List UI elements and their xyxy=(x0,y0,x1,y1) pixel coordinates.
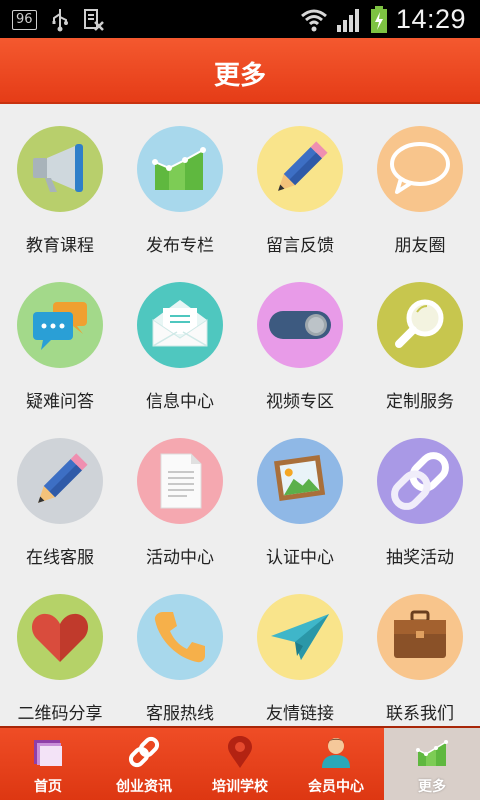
grid-item-friend-links[interactable]: 友情链接 xyxy=(240,572,360,728)
status-right: 14:29 xyxy=(300,4,466,35)
pencil-icon xyxy=(38,453,88,503)
icon-circle xyxy=(377,126,463,212)
grid-item-label: 抽奖活动 xyxy=(386,548,454,568)
grid-item-video[interactable]: 视频专区 xyxy=(240,260,360,416)
grid-item-label: 客服热线 xyxy=(146,704,214,724)
usb-icon xyxy=(52,9,68,32)
megaphone-icon xyxy=(33,144,83,192)
icon-circle xyxy=(137,126,223,212)
grid-item-label: 疑难问答 xyxy=(26,392,94,412)
heart-icon xyxy=(31,613,89,662)
wifi-icon xyxy=(300,9,327,31)
paper-plane-icon xyxy=(271,614,329,660)
tab-label: 会员中心 xyxy=(308,779,364,795)
tab-training-school[interactable]: 培训学校 xyxy=(192,728,288,800)
phone-icon xyxy=(154,612,205,663)
notification-badge: 96 xyxy=(12,10,37,30)
tab-more[interactable]: 更多 xyxy=(384,728,480,800)
icon-circle xyxy=(257,282,343,368)
icon-circle xyxy=(137,438,223,524)
status-bar: 96 14:29 xyxy=(0,0,480,38)
speech-bubble-icon xyxy=(390,142,450,194)
clock: 14:29 xyxy=(395,4,466,34)
icon-circle xyxy=(377,594,463,680)
grid-item-hotline[interactable]: 客服热线 xyxy=(120,572,240,728)
grid-item-online-service[interactable]: 在线客服 xyxy=(0,416,120,572)
grid-item-messages[interactable]: 信息中心 xyxy=(120,260,240,416)
grid-item-label: 朋友圈 xyxy=(394,236,446,256)
folder-icon xyxy=(34,740,62,766)
grid-item-education[interactable]: 教育课程 xyxy=(0,104,120,260)
grid-item-label: 友情链接 xyxy=(266,704,334,724)
grid-item-label: 视频专区 xyxy=(266,392,334,412)
grid-item-custom-service[interactable]: 定制服务 xyxy=(360,260,480,416)
signal-icon xyxy=(336,8,359,32)
grid-item-lottery[interactable]: 抽奖活动 xyxy=(360,416,480,572)
user-avatar-icon xyxy=(322,738,350,768)
debug-icon xyxy=(83,9,104,31)
toggle-icon xyxy=(269,311,331,339)
grid-item-label: 活动中心 xyxy=(146,548,214,568)
icon-circle xyxy=(257,438,343,524)
briefcase-icon xyxy=(394,610,446,658)
tab-label: 培训学校 xyxy=(212,779,268,795)
battery-charging-icon xyxy=(370,5,387,33)
title-bar: 更多 xyxy=(0,38,480,104)
chain-link-icon xyxy=(391,452,449,510)
grid-item-publish-column[interactable]: 发布专栏 xyxy=(120,104,240,260)
page-title: 更多 xyxy=(213,61,266,91)
tab-member-center[interactable]: 会员中心 xyxy=(288,728,384,800)
grid-item-certification[interactable]: 认证中心 xyxy=(240,416,360,572)
document-icon xyxy=(160,453,202,509)
grid-item-label: 信息中心 xyxy=(146,392,214,412)
grid-item-events[interactable]: 活动中心 xyxy=(120,416,240,572)
bar-chart-icon xyxy=(416,740,448,766)
chain-link-icon xyxy=(128,736,160,768)
grid-item-contact-us[interactable]: 联系我们 xyxy=(360,572,480,728)
bottom-tab-bar: 首页 创业资讯 培训学校 会员中心 更多 xyxy=(0,726,480,800)
grid-item-label: 联系我们 xyxy=(386,704,454,724)
tab-label: 更多 xyxy=(418,779,446,795)
map-pin-icon xyxy=(228,736,252,768)
grid-item-label: 留言反馈 xyxy=(266,236,334,256)
icon-circle xyxy=(17,282,103,368)
picture-icon xyxy=(274,455,326,502)
chat-bubbles-icon xyxy=(33,302,87,350)
grid-item-qa[interactable]: 疑难问答 xyxy=(0,260,120,416)
icon-circle xyxy=(17,126,103,212)
feature-grid: 教育课程 发布专栏 留言反馈 朋友圈 疑难问答 信息中心 视频专区 定制服务 在… xyxy=(0,104,480,726)
tab-home[interactable]: 首页 xyxy=(0,728,96,800)
grid-item-label: 教育课程 xyxy=(26,236,94,256)
icon-circle xyxy=(17,438,103,524)
icon-circle xyxy=(377,282,463,368)
magnifier-icon xyxy=(395,299,444,348)
icon-circle xyxy=(377,438,463,524)
icon-circle xyxy=(257,594,343,680)
status-left: 96 xyxy=(12,8,105,32)
pencil-icon xyxy=(278,141,328,191)
bar-chart-icon xyxy=(152,147,206,190)
grid-item-qr-share[interactable]: 二维码分享 xyxy=(0,572,120,728)
tab-label: 创业资讯 xyxy=(116,779,172,795)
tab-label: 首页 xyxy=(34,779,62,795)
grid-item-label: 认证中心 xyxy=(266,548,334,568)
grid-item-moments[interactable]: 朋友圈 xyxy=(360,104,480,260)
icon-circle xyxy=(257,126,343,212)
envelope-icon xyxy=(152,300,208,347)
icon-circle xyxy=(17,594,103,680)
tab-startup-news[interactable]: 创业资讯 xyxy=(96,728,192,800)
grid-item-label: 发布专栏 xyxy=(146,236,214,256)
icon-circle xyxy=(137,594,223,680)
grid-item-feedback[interactable]: 留言反馈 xyxy=(240,104,360,260)
icon-circle xyxy=(137,282,223,368)
grid-item-label: 定制服务 xyxy=(386,392,454,412)
grid-item-label: 二维码分享 xyxy=(17,704,103,724)
grid-item-label: 在线客服 xyxy=(26,548,94,568)
